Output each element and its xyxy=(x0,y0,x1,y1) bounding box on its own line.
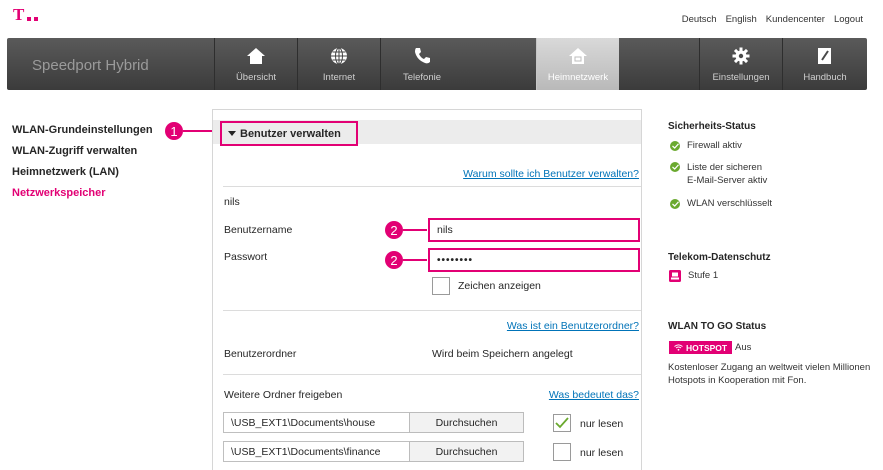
divider xyxy=(223,310,641,311)
section-title: Benutzer verwalten xyxy=(240,127,341,140)
shared-folder-path-input[interactable]: \USB_EXT1\Documents\house xyxy=(223,412,432,433)
privacy-level-text: Stufe 1 xyxy=(688,270,719,281)
user-folder-label: Benutzerordner xyxy=(224,348,297,360)
user-folder-value: Wird beim Speichern angelegt xyxy=(432,348,573,360)
sidebar-item-wlan-grundeinstellungen[interactable]: WLAN-Grundeinstellungen xyxy=(12,120,172,141)
status-text: Firewall aktiv xyxy=(687,140,742,151)
privacy-title: Telekom-Datenschutz xyxy=(668,252,771,263)
hotspot-description-line1: Kostenloser Zugang an weltweit vielen Mi… xyxy=(668,362,871,373)
hotspot-description-line2: Hotspots in Kooperation mit Fon. xyxy=(668,375,807,386)
nav-item-label: Internet xyxy=(322,72,356,83)
user-name-display: nils xyxy=(224,196,240,208)
book-icon xyxy=(814,45,836,67)
browse-button[interactable]: Durchsuchen xyxy=(409,412,524,433)
callout-connector xyxy=(403,229,427,231)
password-label: Passwort xyxy=(224,251,268,263)
phone-icon xyxy=(411,45,433,67)
readonly-checkbox[interactable] xyxy=(553,414,571,432)
readonly-checkbox[interactable] xyxy=(553,443,571,461)
status-email-servers: Liste der sicheren E-Mail-Server aktiv xyxy=(670,161,767,187)
username-field[interactable]: nils xyxy=(428,218,640,242)
status-firewall: Firewall aktiv xyxy=(670,140,742,151)
show-chars-checkbox[interactable] xyxy=(432,277,450,295)
status-text: WLAN verschlüsselt xyxy=(687,198,772,209)
callout-connector xyxy=(403,259,427,261)
password-field[interactable]: •••••••• xyxy=(428,248,640,272)
privacy-level-icon xyxy=(669,270,681,282)
check-circle-icon xyxy=(670,141,680,151)
main-nav: Speedport Hybrid Übersicht Internet Tele… xyxy=(7,38,867,90)
triangle-down-icon xyxy=(228,131,236,136)
username-label: Benutzername xyxy=(224,224,293,236)
nav-item-einstellungen[interactable]: Einstellungen xyxy=(699,38,782,90)
why-manage-users-link[interactable]: Warum sollte ich Benutzer verwalten? xyxy=(463,168,639,180)
sidebar-item-wlan-zugriff[interactable]: WLAN-Zugriff verwalten xyxy=(12,141,172,162)
logo-dot xyxy=(34,17,39,21)
user-management-panel: Benutzer verwalten Warum sollte ich Benu… xyxy=(212,109,642,470)
lang-deutsch-link[interactable]: Deutsch xyxy=(682,14,717,25)
callout-badge-1: 1 xyxy=(165,122,183,140)
readonly-label: nur lesen xyxy=(580,447,624,459)
nav-item-label: Heimnetzwerk xyxy=(547,72,609,83)
checkmark-icon xyxy=(555,417,569,429)
nav-item-label: Telefonie xyxy=(402,72,442,83)
status-wlan-encrypted: WLAN verschlüsselt xyxy=(670,198,772,209)
divider xyxy=(223,186,641,187)
nav-item-label: Übersicht xyxy=(235,72,277,83)
brand-title[interactable]: Speedport Hybrid xyxy=(32,57,149,74)
telekom-t-icon: T xyxy=(13,5,25,24)
lang-english-link[interactable]: English xyxy=(726,14,757,25)
logout-link[interactable]: Logout xyxy=(834,14,863,25)
hotspot-status: Aus xyxy=(735,342,752,353)
nav-item-telefonie[interactable]: Telefonie xyxy=(380,38,463,90)
divider xyxy=(223,374,641,375)
home-icon xyxy=(245,45,267,67)
status-text: Liste der sicheren E-Mail-Server aktiv xyxy=(687,162,768,186)
gear-icon xyxy=(730,45,752,67)
shared-folder-path-input[interactable]: \USB_EXT1\Documents\finance xyxy=(223,441,432,462)
telekom-logo[interactable]: T xyxy=(13,5,39,24)
section-toggle-benutzer-verwalten[interactable]: Benutzer verwalten xyxy=(220,121,358,146)
nav-item-label: Einstellungen xyxy=(712,72,770,83)
home-network-icon xyxy=(567,45,589,67)
check-circle-icon xyxy=(670,199,680,209)
what-is-user-folder-link[interactable]: Was ist ein Benutzerordner? xyxy=(507,320,639,332)
callout-badge-2: 2 xyxy=(385,221,403,239)
check-circle-icon xyxy=(670,162,680,172)
nav-item-internet[interactable]: Internet xyxy=(297,38,380,90)
what-does-that-mean-link[interactable]: Was bedeutet das? xyxy=(549,389,639,401)
nav-item-label: Handbuch xyxy=(803,72,847,83)
readonly-label: nur lesen xyxy=(580,418,624,430)
sidebar-item-heimnetzwerk-lan[interactable]: Heimnetzwerk (LAN) xyxy=(12,162,172,183)
hotspot-badge: HOTSPOT xyxy=(669,341,733,354)
globe-icon xyxy=(328,45,350,67)
sidebar-item-netzwerkspeicher[interactable]: Netzwerkspeicher xyxy=(12,183,172,204)
wlan-togo-title: WLAN TO GO Status xyxy=(668,321,767,332)
security-status-title: Sicherheits-Status xyxy=(668,121,756,132)
sidebar: WLAN-Grundeinstellungen WLAN-Zugriff ver… xyxy=(12,120,172,204)
nav-item-heimnetzwerk[interactable]: Heimnetzwerk xyxy=(536,38,619,90)
browse-button[interactable]: Durchsuchen xyxy=(409,441,524,462)
hotspot-badge-label: HOTSPOT xyxy=(686,342,728,353)
privacy-level[interactable]: Stufe 1 xyxy=(669,270,718,282)
logo-dot xyxy=(27,17,32,21)
share-folders-label: Weitere Ordner freigeben xyxy=(224,389,343,401)
callout-badge-2: 2 xyxy=(385,251,403,269)
kundencenter-link[interactable]: Kundencenter xyxy=(766,14,825,25)
nav-item-handbuch[interactable]: Handbuch xyxy=(782,38,867,90)
top-links: Deutsch English Kundencenter Logout xyxy=(682,14,863,25)
nav-item-uebersicht[interactable]: Übersicht xyxy=(214,38,297,90)
show-chars-label: Zeichen anzeigen xyxy=(458,280,541,292)
wifi-icon xyxy=(674,344,683,351)
